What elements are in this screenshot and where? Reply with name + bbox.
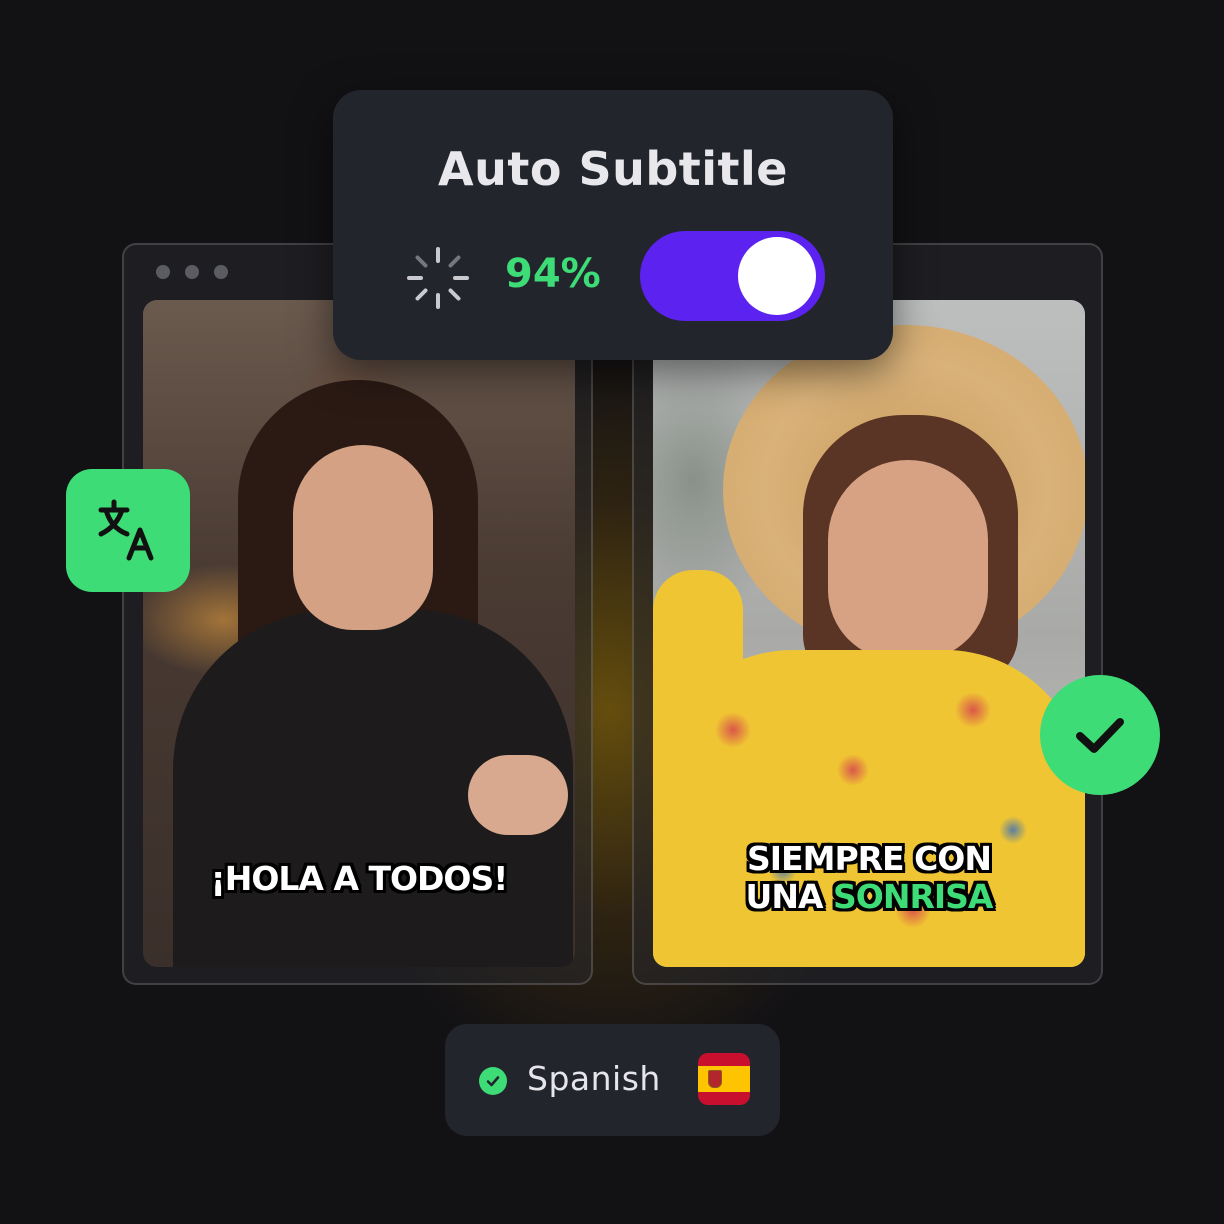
icon — [486, 1076, 500, 1087]
window-dot[interactable] — [156, 265, 170, 279]
flag-emblem — [708, 1070, 722, 1088]
caption-highlight-word: SONRISA — [833, 877, 993, 916]
caption-line-1: SIEMPRE CON — [747, 839, 992, 878]
subtitle-caption-left: ¡HOLA A TODOS! — [210, 859, 509, 898]
translate-button[interactable] — [66, 469, 190, 592]
translate-icon — [98, 499, 154, 560]
photo-face — [828, 460, 988, 660]
caption-line-2-plain: UNA — [745, 877, 833, 916]
auto-subtitle-panel: Auto Subtitle — [333, 90, 893, 360]
video-frame-woman-straw-hat: SIEMPRE CON UNA SONRISA — [653, 300, 1085, 967]
check-icon — [479, 1067, 507, 1095]
auto-subtitle-toggle[interactable] — [640, 231, 825, 321]
window-dot[interactable] — [214, 265, 228, 279]
panel-title: Auto Subtitle — [438, 142, 788, 196]
icon — [1076, 718, 1124, 753]
language-label: Spanish — [527, 1059, 661, 1098]
spain-flag-icon — [698, 1053, 750, 1105]
loading-spinner-icon — [407, 247, 469, 309]
toggle-knob — [738, 237, 816, 315]
progress-percent: 94% — [505, 251, 601, 297]
language-selector[interactable]: Spanish — [445, 1024, 780, 1136]
window-dot[interactable] — [185, 265, 199, 279]
subtitle-caption-right: SIEMPRE CON UNA SONRISA — [653, 840, 1085, 916]
video-frame-woman-dark-hair: ¡HOLA A TODOS! — [143, 300, 575, 967]
caption-line-2: UNA SONRISA — [653, 878, 1085, 916]
photo-shirt — [653, 650, 1085, 967]
photo-face — [293, 445, 433, 630]
window-controls — [156, 265, 228, 279]
photo-hand — [468, 755, 568, 835]
check-circle-icon — [1040, 675, 1160, 795]
